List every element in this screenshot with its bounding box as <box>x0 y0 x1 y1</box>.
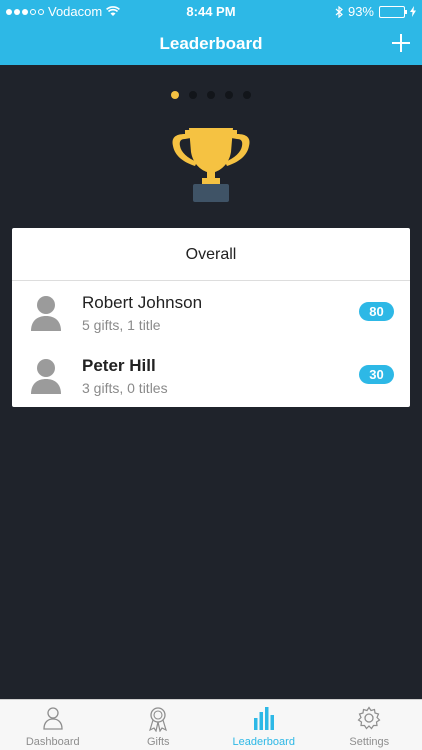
plus-icon <box>392 34 410 52</box>
nav-bar: Leaderboard <box>0 22 422 65</box>
player-name: Robert Johnson <box>82 293 203 312</box>
person-icon <box>43 707 63 730</box>
avatar-icon <box>31 359 61 394</box>
avatar-icon <box>31 296 61 331</box>
charging-icon <box>410 6 416 17</box>
score-badge: 30 <box>359 365 394 384</box>
tab-label: Dashboard <box>25 736 80 748</box>
player-details: 5 gifts, 1 title <box>82 317 161 333</box>
card-title: Overall <box>12 228 410 281</box>
tab-leaderboard[interactable]: Leaderboard <box>211 700 317 750</box>
page-dot-5[interactable] <box>243 91 251 99</box>
player-details: 3 gifts, 0 titles <box>82 380 168 396</box>
tab-dashboard[interactable]: Dashboard <box>0 700 106 750</box>
add-button[interactable] <box>388 30 414 56</box>
score-badge: 80 <box>359 302 394 321</box>
bluetooth-icon <box>335 5 343 18</box>
bar-chart-icon <box>253 707 274 730</box>
gear-icon <box>357 706 381 730</box>
page-dot-4[interactable] <box>225 91 233 99</box>
tab-label: Settings <box>349 736 390 748</box>
page-dot-2[interactable] <box>189 91 197 99</box>
battery-area: 93% <box>335 4 416 19</box>
status-bar: Vodacom 8:44 PM 93% <box>0 0 422 22</box>
leaderboard-row[interactable]: Robert Johnson 5 gifts, 1 title 80 <box>12 281 410 344</box>
player-name: Peter Hill <box>82 356 156 375</box>
tab-bar: Dashboard Gifts Leaderboard Settings <box>0 699 422 750</box>
battery-icon <box>379 5 407 18</box>
tab-settings[interactable]: Settings <box>317 700 422 750</box>
tab-label: Gifts <box>146 736 170 748</box>
ribbon-icon <box>149 707 168 732</box>
page-indicator[interactable] <box>0 91 422 99</box>
page-dot-1[interactable] <box>171 91 179 99</box>
page-dot-3[interactable] <box>207 91 215 99</box>
trophy-icon <box>172 128 250 202</box>
leaderboard-card: Overall Robert Johnson 5 gifts, 1 title … <box>12 228 410 407</box>
battery-percent: 93% <box>347 4 374 19</box>
leaderboard-row[interactable]: Peter Hill 3 gifts, 0 titles 30 <box>12 344 410 407</box>
page-title: Leaderboard <box>159 34 263 53</box>
tab-gifts[interactable]: Gifts <box>106 700 212 750</box>
tab-label: Leaderboard <box>232 736 295 748</box>
